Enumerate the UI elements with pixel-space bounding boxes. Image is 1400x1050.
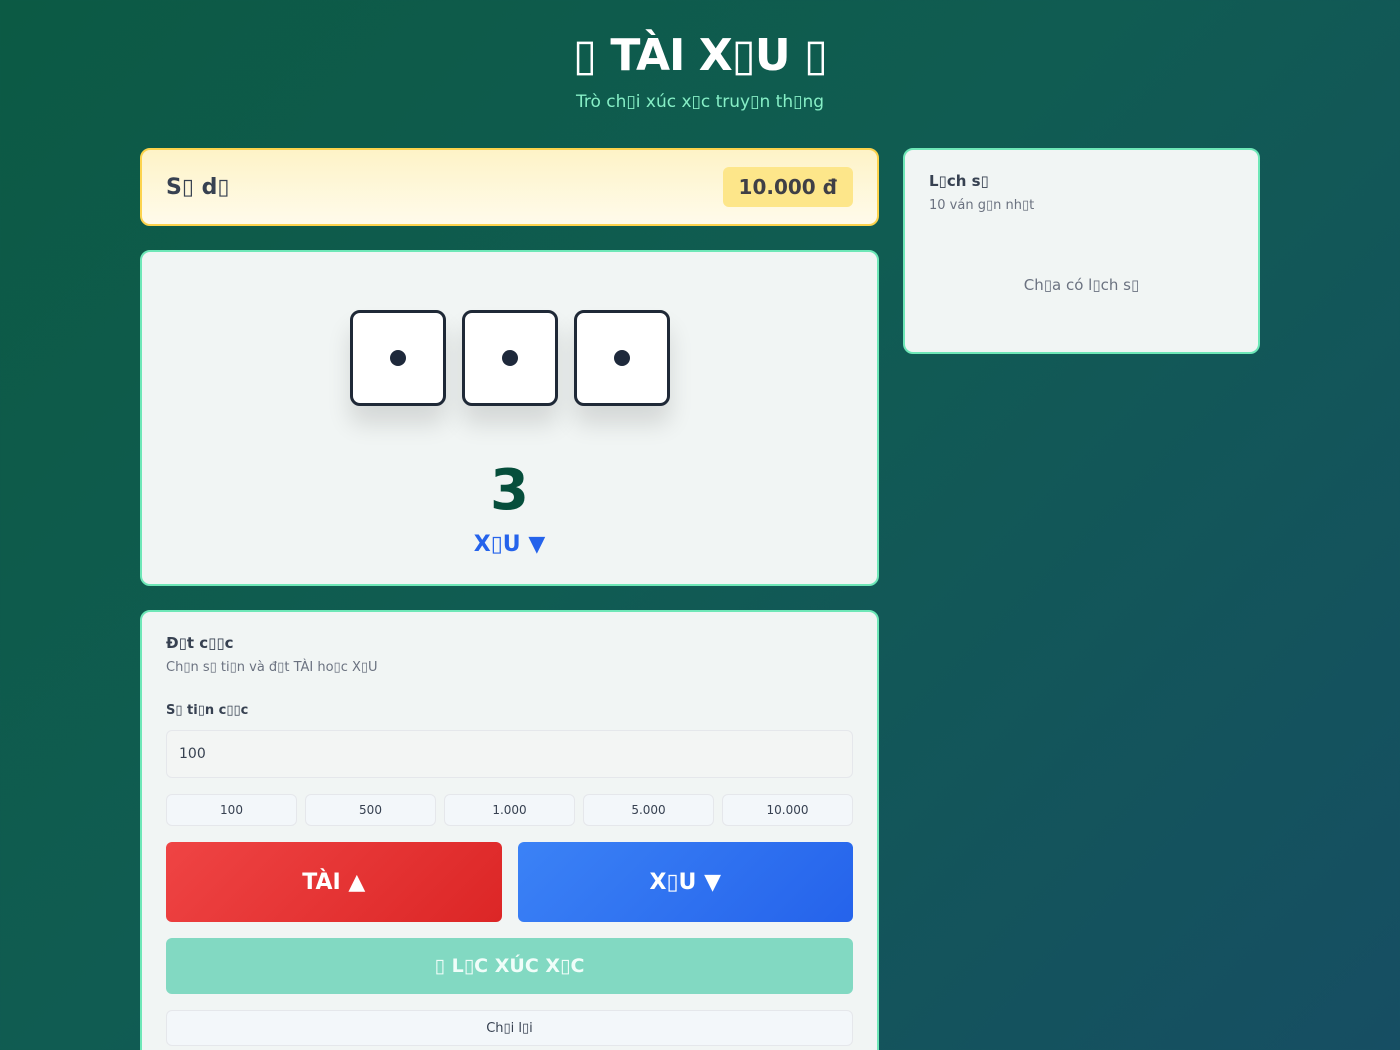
- balance-card: S▯ d▯ 10.000 đ: [140, 148, 879, 226]
- dice-panel: 3 X▯U ▼: [140, 250, 879, 586]
- chip-5000[interactable]: 5.000: [583, 794, 714, 826]
- die-1: [349, 310, 446, 406]
- amount-label: S▯ ti▯n c▯▯c: [166, 703, 249, 718]
- die-2: [461, 310, 558, 406]
- tai-button[interactable]: TÀI ▲: [166, 842, 502, 922]
- page-title: ▯ TÀI X▯U ▯: [572, 30, 828, 81]
- amount-input[interactable]: [166, 730, 853, 778]
- chip-1000[interactable]: 1.000: [444, 794, 575, 826]
- die-pip: [389, 350, 406, 366]
- history-subtitle: 10 ván g▯n nh▯t: [929, 198, 1035, 213]
- dice-result: X▯U ▼: [473, 532, 546, 557]
- page-subtitle: Trò ch▯i xúc x▯c truy▯n th▯ng: [575, 92, 825, 112]
- history-empty: Ch▯a có l▯ch s▯: [1023, 276, 1140, 294]
- dice-sum: 3: [490, 458, 529, 523]
- chip-row: 100 500 1.000 5.000 10.000: [166, 794, 853, 826]
- bet-title: Đ▯t c▯▯c: [166, 634, 234, 652]
- bet-subtitle: Ch▯n s▯ ti▯n và đ▯t TÀI ho▯c X▯U: [166, 660, 378, 675]
- dice-row: [142, 310, 877, 406]
- replay-button[interactable]: Ch▯i l▯i: [166, 1010, 853, 1046]
- die-pip: [501, 350, 518, 366]
- history-title: L▯ch s▯: [929, 172, 989, 190]
- balance-value: 10.000 đ: [722, 167, 853, 207]
- bet-choice-row: TÀI ▲ X▯U ▼: [166, 842, 853, 922]
- bet-panel: Đ▯t c▯▯c Ch▯n s▯ ti▯n và đ▯t TÀI ho▯c X▯…: [140, 610, 879, 1050]
- balance-label: S▯ d▯: [166, 174, 230, 200]
- xiu-button[interactable]: X▯U ▼: [517, 842, 853, 922]
- die-3: [573, 310, 670, 406]
- chip-100[interactable]: 100: [166, 794, 297, 826]
- chip-10000[interactable]: 10.000: [722, 794, 853, 826]
- shake-dice-button[interactable]: ▯ L▯C XÚC X▯C: [166, 938, 853, 994]
- chip-500[interactable]: 500: [305, 794, 436, 826]
- history-panel: L▯ch s▯ 10 ván g▯n nh▯t Ch▯a có l▯ch s▯: [903, 148, 1260, 354]
- header: ▯ TÀI X▯U ▯ Trò ch▯i xúc x▯c truy▯n th▯n…: [0, 30, 1400, 112]
- die-pip: [613, 350, 630, 366]
